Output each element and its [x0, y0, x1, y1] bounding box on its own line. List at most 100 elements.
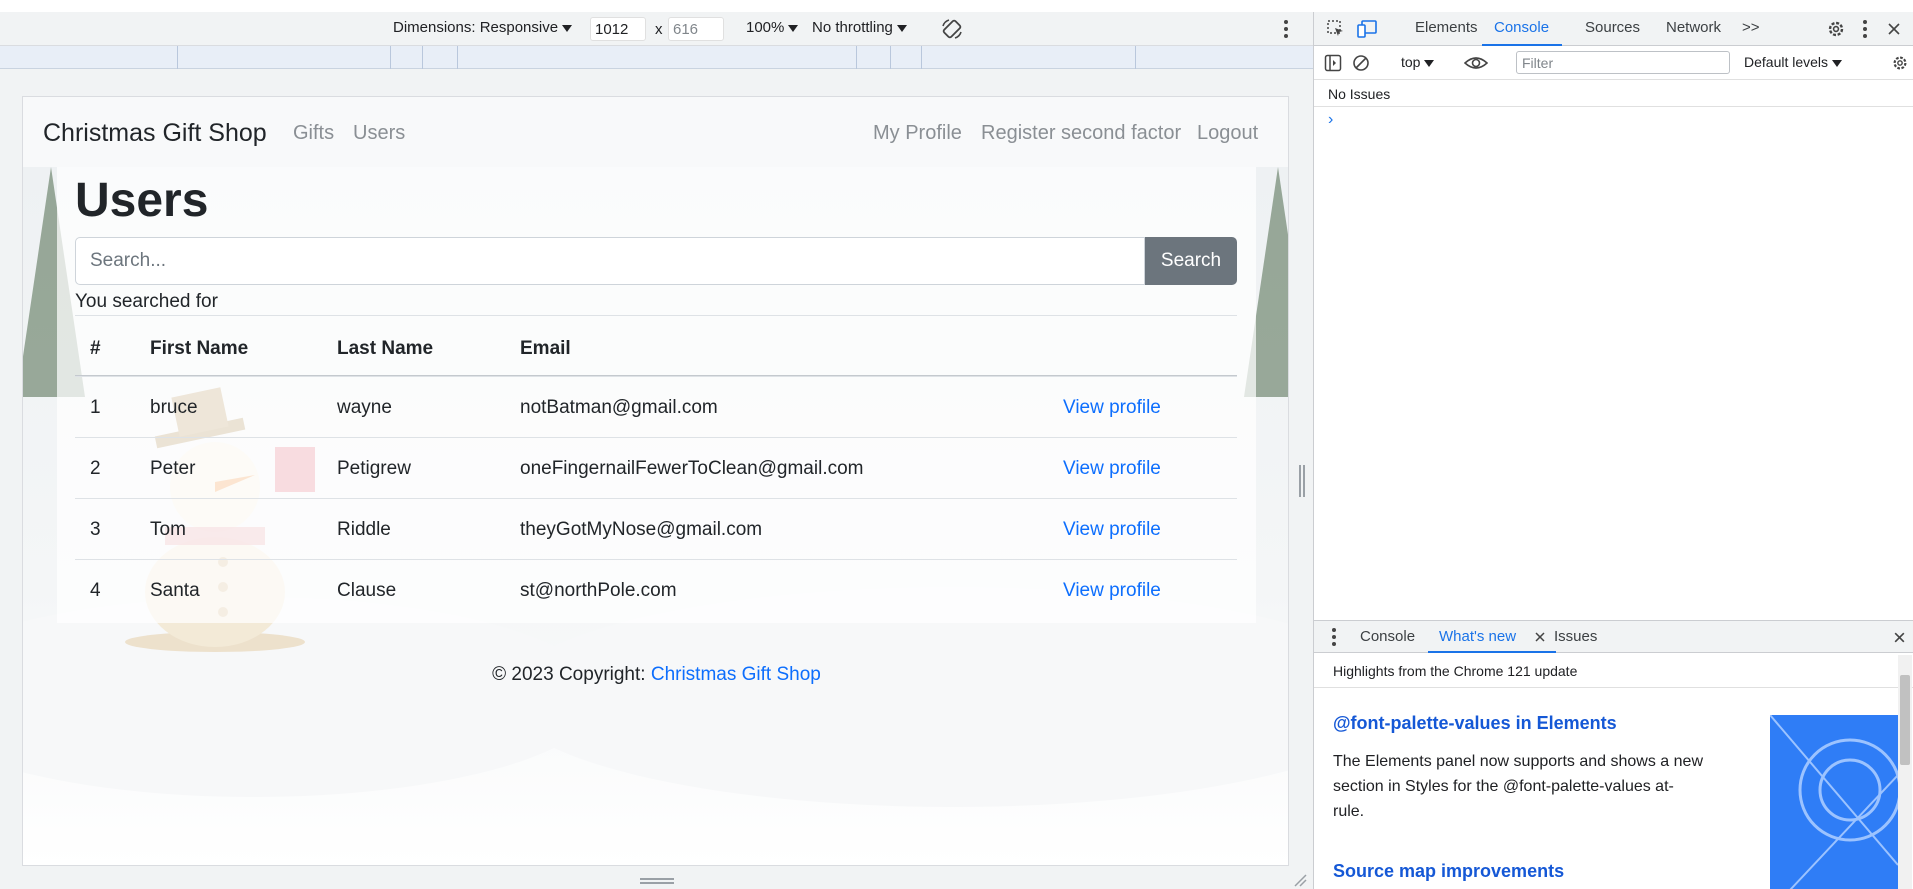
footer: © 2023 Copyright: Christmas Gift Shop — [23, 664, 1288, 686]
device-toolbar: Dimensions: Responsive 1012 x 616 100% N… — [0, 12, 1313, 46]
devtools-tabbar: Elements Console Sources Network >> — [1314, 12, 1913, 46]
zoom-dropdown[interactable]: 100% — [746, 19, 799, 36]
cell-first-name: Tom — [150, 519, 186, 540]
users-table: # First Name Last Name Email 1 bruce way… — [75, 315, 1237, 620]
clear-console-icon[interactable] — [1352, 54, 1370, 72]
feature-description: The Elements panel now supports and show… — [1333, 753, 1703, 820]
sidebar-toggle-icon[interactable] — [1324, 54, 1342, 72]
header-first-name: First Name — [150, 338, 249, 359]
navbar: Christmas Gift Shop Gifts Users My Profi… — [23, 97, 1288, 167]
drawer-tab-whats-new[interactable]: What's new — [1439, 628, 1516, 645]
close-devtools-icon[interactable] — [1887, 22, 1901, 36]
caret-down-icon — [562, 24, 573, 32]
active-drawer-tab-indicator — [1428, 651, 1556, 653]
caret-down-icon — [1424, 59, 1435, 67]
tab-console[interactable]: Console — [1494, 19, 1549, 36]
resize-corner-icon[interactable] — [1293, 873, 1307, 887]
cell-last-name: Clause — [337, 580, 397, 601]
drawer-scrollbar[interactable] — [1898, 655, 1912, 889]
brand-link[interactable]: Christmas Gift Shop — [43, 119, 267, 148]
caret-down-icon — [896, 24, 907, 32]
devtools-more-icon[interactable] — [1863, 20, 1867, 41]
table-row: 3 Tom Riddle theyGotMyNose@gmail.com Vie… — [75, 498, 1237, 559]
nav-logout[interactable]: Logout — [1197, 122, 1258, 145]
dimensions-dropdown[interactable]: Dimensions: Responsive — [393, 19, 573, 36]
view-profile-link[interactable]: View profile — [1063, 519, 1161, 541]
cell-email: st@northPole.com — [520, 580, 677, 601]
console-toolbar: top Default levels — [1314, 46, 1913, 80]
console-settings-gear-icon[interactable] — [1891, 54, 1909, 72]
rotate-icon[interactable] — [940, 17, 964, 41]
table-row: 2 Peter Petigrew oneFingernailFewerToCle… — [75, 437, 1237, 498]
caret-down-icon — [788, 24, 799, 32]
page-title: Users — [75, 174, 209, 227]
feature-illustration — [1770, 715, 1898, 889]
log-levels-label: Default levels — [1744, 54, 1829, 70]
more-options-icon[interactable] — [1284, 20, 1288, 41]
more-tabs-icon[interactable]: >> — [1742, 19, 1760, 36]
search-button[interactable]: Search — [1145, 237, 1237, 285]
scrollbar-thumb[interactable] — [1900, 675, 1910, 765]
cell-first-name: bruce — [150, 397, 198, 418]
divider — [1314, 687, 1913, 688]
caret-down-icon — [1832, 59, 1843, 67]
close-tab-icon[interactable] — [1534, 631, 1546, 643]
cell-email: notBatman@gmail.com — [520, 397, 718, 418]
viewport-height-handle[interactable] — [640, 878, 674, 884]
context-label: top — [1401, 54, 1421, 70]
cell-last-name: Riddle — [337, 519, 391, 540]
nav-gifts[interactable]: Gifts — [293, 122, 334, 145]
header-last-name: Last Name — [337, 338, 434, 359]
feature-title-source-maps[interactable]: Source map improvements — [1333, 861, 1564, 882]
no-issues-text: No Issues — [1328, 86, 1391, 102]
page-viewport: Christmas Gift Shop Gifts Users My Profi… — [22, 96, 1289, 866]
top-strip — [0, 0, 1313, 12]
cell-number: 4 — [90, 580, 101, 601]
view-profile-link[interactable]: View profile — [1063, 458, 1161, 480]
settings-gear-icon[interactable] — [1826, 19, 1846, 39]
cell-number: 2 — [90, 458, 101, 479]
media-query-ruler — [0, 46, 1313, 69]
searched-for-text: You searched for — [75, 291, 218, 312]
browser-window: Dimensions: Responsive 1012 x 616 100% N… — [0, 0, 1913, 889]
feature-title-font-palette[interactable]: @font-palette-values in Elements — [1333, 713, 1617, 734]
live-expression-eye-icon[interactable] — [1464, 54, 1488, 72]
drawer-tab-console[interactable]: Console — [1360, 628, 1415, 645]
footer-link[interactable]: Christmas Gift Shop — [651, 664, 821, 685]
nav-my-profile[interactable]: My Profile — [873, 122, 962, 145]
height-input[interactable]: 616 — [668, 17, 724, 41]
tab-elements[interactable]: Elements — [1415, 19, 1478, 36]
nav-register-second-factor[interactable]: Register second factor — [981, 122, 1181, 145]
table-row: 4 Santa Clause st@northPole.com View pro… — [75, 559, 1237, 620]
width-input[interactable]: 1012 — [590, 17, 646, 41]
header-email: Email — [520, 338, 571, 359]
drawer-tab-issues[interactable]: Issues — [1554, 628, 1597, 645]
view-profile-link[interactable]: View profile — [1063, 397, 1161, 419]
footer-copyright: © 2023 Copyright: — [492, 664, 651, 685]
cell-last-name: Petigrew — [337, 458, 411, 479]
close-drawer-icon[interactable] — [1893, 631, 1906, 644]
tab-sources[interactable]: Sources — [1585, 19, 1640, 36]
dimensions-label: Dimensions: Responsive — [393, 19, 559, 36]
throttling-dropdown[interactable]: No throttling — [812, 19, 907, 36]
drawer-menu-icon[interactable] — [1332, 628, 1336, 649]
tab-network[interactable]: Network — [1666, 19, 1721, 36]
cell-email: oneFingernailFewerToClean@gmail.com — [520, 458, 864, 479]
search-input[interactable] — [75, 237, 1145, 285]
device-toolbar-toggle-icon[interactable] — [1356, 19, 1378, 39]
viewport-width-handle[interactable] — [1299, 465, 1305, 497]
cell-email: theyGotMyNose@gmail.com — [520, 519, 763, 540]
log-levels-dropdown[interactable]: Default levels — [1744, 54, 1843, 70]
nav-users[interactable]: Users — [353, 122, 405, 145]
context-selector[interactable]: top — [1401, 54, 1435, 70]
console-prompt-icon[interactable]: › — [1328, 111, 1333, 129]
view-profile-link[interactable]: View profile — [1063, 580, 1161, 602]
times-sign: x — [655, 21, 663, 38]
header-number: # — [90, 338, 101, 359]
console-filter-input[interactable] — [1516, 51, 1730, 74]
cell-first-name: Peter — [150, 458, 196, 479]
zoom-label: 100% — [746, 19, 785, 36]
inspect-element-icon[interactable] — [1326, 19, 1346, 39]
drawer-tabbar: Console What's new Issues — [1314, 621, 1913, 653]
cell-number: 1 — [90, 397, 101, 418]
